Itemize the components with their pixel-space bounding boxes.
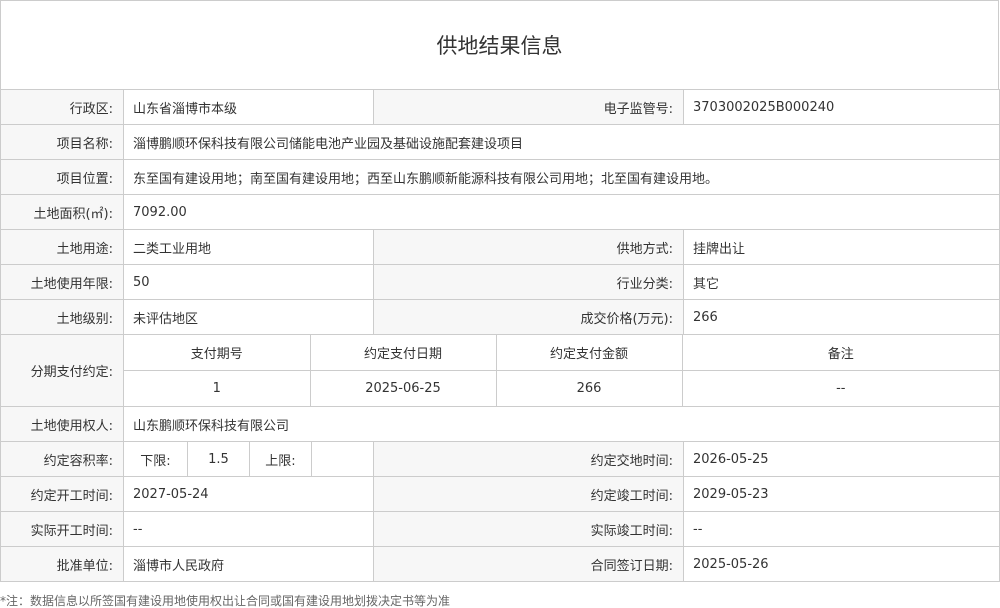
row-actual-start: 实际开工时间: -- 实际竣工时间: --	[0, 511, 1000, 547]
value-supply-method: 挂牌出让	[683, 229, 1000, 265]
value-use-years: 50	[122, 264, 375, 300]
label-installment: 分期支付约定:	[0, 334, 124, 407]
installment-header-row: 支付期号 约定支付日期 约定支付金额 备注	[125, 335, 999, 371]
value-supervision-no: 3703002025B000240	[683, 89, 1000, 125]
installment-header: 支付期号	[190, 347, 243, 362]
row-far: 约定容积率: 下限: 1.5 上限: 约定交地时间: 2026-05-25	[0, 441, 1000, 477]
row-project-location: 项目位置: 东至国有建设用地；南至国有建设用地；西至山东鹏顺新能源科技有限公司用…	[0, 159, 1000, 195]
value-project-name: 淄博鹏顺环保科技有限公司储能电池产业园及基础设施配套建设项目	[122, 124, 1000, 160]
installment-header: 约定支付日期	[309, 335, 496, 371]
row-land-area: 土地面积(㎡): 7092.00	[0, 194, 1000, 230]
value-actual-completion: --	[683, 511, 1000, 547]
label-completion-date: 约定竣工时间:	[373, 476, 685, 512]
label-actual-start: 实际开工时间:	[0, 511, 124, 547]
far-upper-label: 上限:	[249, 441, 312, 477]
label-project-name: 项目名称:	[0, 124, 124, 160]
value-industry: 其它	[683, 264, 1000, 300]
label-land-use: 土地用途:	[0, 229, 124, 265]
label-supervision-no: 电子监管号:	[373, 89, 685, 125]
label-land-area: 土地面积(㎡):	[0, 194, 124, 230]
row-start-date: 约定开工时间: 2027-05-24 约定竣工时间: 2029-05-23	[0, 476, 1000, 512]
label-supply-method: 供地方式:	[373, 229, 685, 265]
label-approver: 批准单位:	[0, 546, 124, 582]
value-land-owner: 山东鹏顺环保科技有限公司	[122, 406, 1000, 442]
installment-table-cell: 支付期号 约定支付日期 约定支付金额 备注 1 2025-06-25 266 -…	[122, 334, 1000, 407]
label-project-location: 项目位置:	[0, 159, 124, 195]
far-lower-value: 1.5	[187, 441, 250, 477]
label-contract-date: 合同签订日期:	[373, 546, 685, 582]
page-title: 供地结果信息	[0, 0, 999, 89]
row-region: 行政区: 山东省淄博市本级 电子监管号: 3703002025B000240	[0, 89, 1000, 125]
label-land-grade: 土地级别:	[0, 299, 124, 335]
value-actual-start: --	[122, 511, 375, 547]
value-contract-date: 2025-05-26	[683, 546, 1000, 582]
installment-header: 备注	[681, 335, 999, 371]
label-far: 约定容积率:	[0, 441, 124, 477]
installment-note: --	[681, 370, 999, 406]
installment-amount: 266	[495, 370, 682, 406]
label-land-owner: 土地使用权人:	[0, 406, 124, 442]
row-land-use: 土地用途: 二类工业用地 供地方式: 挂牌出让	[0, 229, 1000, 265]
value-completion-date: 2029-05-23	[683, 476, 1000, 512]
installment-date: 2025-06-25	[309, 370, 496, 406]
value-project-location: 东至国有建设用地；南至国有建设用地；西至山东鹏顺新能源科技有限公司用地；北至国有…	[122, 159, 1000, 195]
row-land-grade: 土地级别: 未评估地区 成交价格(万元): 266	[0, 299, 1000, 335]
table-row: 1 2025-06-25 266 --	[124, 370, 999, 406]
row-approver: 批准单位: 淄博市人民政府 合同签订日期: 2025-05-26	[0, 546, 1000, 582]
page-title-text: 供地结果信息	[436, 34, 563, 58]
value-land-use: 二类工业用地	[122, 229, 375, 265]
value-region: 山东省淄博市本级	[122, 89, 375, 125]
value-approver: 淄博市人民政府	[122, 546, 375, 582]
value-land-area: 7092.00	[122, 194, 1000, 230]
installment-table: 支付期号 约定支付日期 约定支付金额 备注 1 2025-06-25 266 -…	[124, 335, 999, 406]
value-land-grade: 未评估地区	[122, 299, 375, 335]
far-lower-label: 下限:	[123, 441, 188, 477]
info-table: 行政区: 山东省淄博市本级 电子监管号: 3703002025B000240 项…	[0, 89, 1000, 582]
land-supply-result-panel: 供地结果信息 行政区: 山东省淄博市本级 电子监管号: 3703002025B0…	[0, 0, 1000, 582]
value-start-date: 2027-05-24	[122, 476, 375, 512]
installment-header: 约定支付金额	[495, 335, 682, 371]
label-actual-completion: 实际竣工时间:	[373, 511, 685, 547]
row-project-name: 项目名称: 淄博鹏顺环保科技有限公司储能电池产业园及基础设施配套建设项目	[0, 124, 1000, 160]
far-upper-value	[310, 441, 375, 477]
row-land-owner: 土地使用权人: 山东鹏顺环保科技有限公司	[0, 406, 1000, 442]
installment-period: 1	[124, 370, 310, 406]
label-deal-price: 成交价格(万元):	[373, 299, 685, 335]
label-industry: 行业分类:	[373, 264, 685, 300]
value-handover-date: 2026-05-25	[683, 441, 1000, 477]
footnote: *注：数据信息以所签国有建设用地使用权出让合同或国有建设用地划拨决定书等为准	[0, 594, 451, 608]
label-region: 行政区:	[0, 89, 124, 125]
label-use-years: 土地使用年限:	[0, 264, 124, 300]
label-handover-date: 约定交地时间:	[373, 441, 685, 477]
row-use-years: 土地使用年限: 50 行业分类: 其它	[0, 264, 1000, 300]
label-start-date: 约定开工时间:	[0, 476, 124, 512]
value-deal-price: 266	[683, 299, 1000, 335]
row-installment: 分期支付约定: 支付期号 约定支付日期 约定支付金额 备注 1 2025-06-…	[0, 334, 1000, 407]
